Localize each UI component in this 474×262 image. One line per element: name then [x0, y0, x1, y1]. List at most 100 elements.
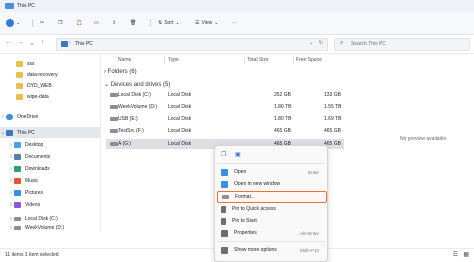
- address-bar[interactable]: › This PC ⌄ ↻: [56, 38, 328, 51]
- view-icon: ☰: [195, 20, 200, 26]
- group-label: Devices and drives (5): [110, 82, 171, 88]
- menu-item-show-more-options[interactable]: Show more options Shift+F10: [217, 245, 325, 255]
- new-button[interactable]: ⌄: [6, 17, 20, 29]
- nav-item-music[interactable]: › Music: [0, 175, 100, 186]
- nav-item-sss[interactable]: sss: [0, 58, 100, 69]
- drive-total-size: 1.80 TB: [274, 104, 292, 110]
- menu-item-open[interactable]: Open Enter: [217, 167, 325, 177]
- drive-name: Local Disk (C:): [118, 92, 151, 98]
- column-header-type[interactable]: Type: [168, 57, 179, 63]
- rename-button[interactable]: ▭: [94, 17, 99, 29]
- table-row[interactable]: USB (E:) Local Disk 1.80 TB 1.69 TB: [106, 114, 344, 124]
- nav-item-weekvolume-d[interactable]: › WeekVolume (D:): [0, 224, 100, 232]
- menu-item-pin-quick-access[interactable]: Pin to Quick access: [217, 204, 325, 214]
- table-row[interactable]: Local Disk (C:) Local Disk 252 GB 133 GB: [106, 90, 344, 100]
- drive-free-space: 1.69 TB: [324, 116, 342, 122]
- drive-name: WeekVolume (D:): [118, 104, 158, 110]
- cut-button[interactable]: ✂: [40, 17, 44, 29]
- forward-button[interactable]: →: [17, 39, 24, 46]
- menu-shortcut: Shift+F10: [299, 247, 319, 253]
- nav-label: Music: [25, 177, 39, 184]
- title-bar: This PC: [0, 0, 474, 12]
- column-header-total-size[interactable]: Total Size: [247, 57, 269, 63]
- properties-icon: [221, 229, 228, 237]
- nav-item-local-disk-c[interactable]: › Local Disk (C:): [0, 213, 100, 224]
- menu-item-open-new-window[interactable]: Open in new window: [217, 179, 325, 189]
- document-icon: [14, 153, 21, 160]
- copy-button[interactable]: ❐: [58, 17, 62, 29]
- drive-type: Local Disk: [168, 141, 192, 147]
- drive-name: USB (E:): [118, 116, 138, 122]
- nav-item-dyd-web[interactable]: DYD_WEB: [0, 80, 100, 91]
- nav-item-onedrive[interactable]: › OneDrive: [0, 111, 100, 122]
- drive-name: TestSrc (F:): [118, 128, 144, 134]
- more-button[interactable]: ···: [232, 17, 237, 29]
- menu-item-properties[interactable]: Properties Alt+Enter: [217, 228, 325, 238]
- drive-free-space: 133 GB: [324, 92, 341, 98]
- rename-icon: ▭: [94, 20, 99, 26]
- copy-icon: ❐: [58, 20, 63, 26]
- nav-item-wipe-data[interactable]: wipe-data: [0, 91, 100, 102]
- drive-type: Local Disk: [168, 92, 192, 98]
- nav-item-pictures[interactable]: › Pictures: [0, 187, 100, 198]
- more-options-icon: [221, 246, 228, 254]
- nav-item-data-recovery[interactable]: data-recovery: [0, 69, 100, 80]
- nav-label: Videos: [25, 201, 41, 208]
- share-button[interactable]: ⇪: [112, 17, 116, 29]
- nav-label: DYD_WEB: [27, 82, 52, 89]
- pc-icon: [6, 129, 13, 136]
- nav-item-this-pc[interactable]: ⌄ This PC: [0, 127, 100, 138]
- table-row[interactable]: WeekVolume (D:) Local Disk 1.80 TB 1.55 …: [106, 102, 344, 112]
- view-label: View: [201, 20, 213, 26]
- delete-button[interactable]: 🗑: [130, 17, 136, 29]
- column-header-name[interactable]: Name: [118, 57, 131, 63]
- address-path: This PC: [75, 41, 93, 47]
- paste-button[interactable]: 📋: [76, 17, 82, 29]
- nav-label: data-recovery: [27, 71, 58, 78]
- menu-label: Show more options: [234, 247, 277, 253]
- address-row: ← → ⌄ ↑ › This PC ⌄ ↻ ⌕ Search This PC: [0, 35, 474, 54]
- nav-item-videos[interactable]: › Videos: [0, 199, 100, 210]
- toolbar-divider: [150, 19, 151, 27]
- sort-button[interactable]: ⇅ Sort ⌄: [158, 17, 180, 29]
- menu-item-pin-start[interactable]: Pin to Start: [217, 216, 325, 226]
- drive-type: Local Disk: [168, 104, 192, 110]
- view-button[interactable]: ☰ View ⌄: [195, 17, 218, 29]
- back-button[interactable]: ←: [5, 39, 12, 46]
- menu-label: Pin to Quick access: [232, 206, 276, 212]
- drive-icon: [14, 216, 21, 221]
- history-button[interactable]: ⌄: [29, 39, 35, 47]
- table-row[interactable]: TestSrc (F:) Local Disk 465 GB 465 GB: [106, 126, 344, 136]
- group-folders[interactable]: › Folders (6): [104, 69, 137, 75]
- window-title: This PC: [17, 3, 35, 9]
- drive-icon: [110, 117, 118, 121]
- nav-item-documents[interactable]: › Documents: [0, 151, 100, 162]
- chevron-down-icon: ⌄: [308, 40, 313, 46]
- rename-icon[interactable]: ▣: [235, 151, 241, 158]
- menu-item-format[interactable]: Format...: [217, 191, 327, 203]
- copy-icon[interactable]: ❐: [221, 151, 226, 158]
- sort-label: Sort: [164, 20, 174, 26]
- column-divider: [293, 56, 294, 64]
- refresh-icon[interactable]: ↻: [319, 40, 323, 46]
- tiles-view-icon[interactable]: ▦: [463, 251, 469, 258]
- chevron-down-icon: ⌄: [175, 20, 180, 26]
- details-view-icon[interactable]: ☰: [453, 251, 458, 258]
- nav-item-downloads[interactable]: › Downloads: [0, 163, 100, 174]
- nav-label: Pictures: [25, 189, 44, 196]
- drive-free-space: 1.55 TB: [324, 104, 342, 110]
- context-menu: ❐ ▣ Open Enter Open in new window Format…: [214, 145, 328, 262]
- drive-type: Local Disk: [168, 128, 192, 134]
- drive-icon: [14, 226, 21, 230]
- nav-label: Local Disk (C:): [25, 215, 58, 222]
- column-header-free-space[interactable]: Free Space: [296, 57, 322, 63]
- up-button[interactable]: ↑: [41, 39, 45, 46]
- nav-label: sss: [27, 60, 35, 67]
- menu-divider: [217, 241, 325, 242]
- group-devices[interactable]: ⌄ Devices and drives (5): [104, 81, 170, 88]
- menu-label: Open in new window: [234, 181, 281, 187]
- desktop-icon: [14, 141, 21, 148]
- nav-item-desktop[interactable]: › Desktop: [0, 139, 100, 150]
- menu-label: Open: [234, 169, 247, 175]
- search-input[interactable]: ⌕ Search This PC: [334, 38, 470, 51]
